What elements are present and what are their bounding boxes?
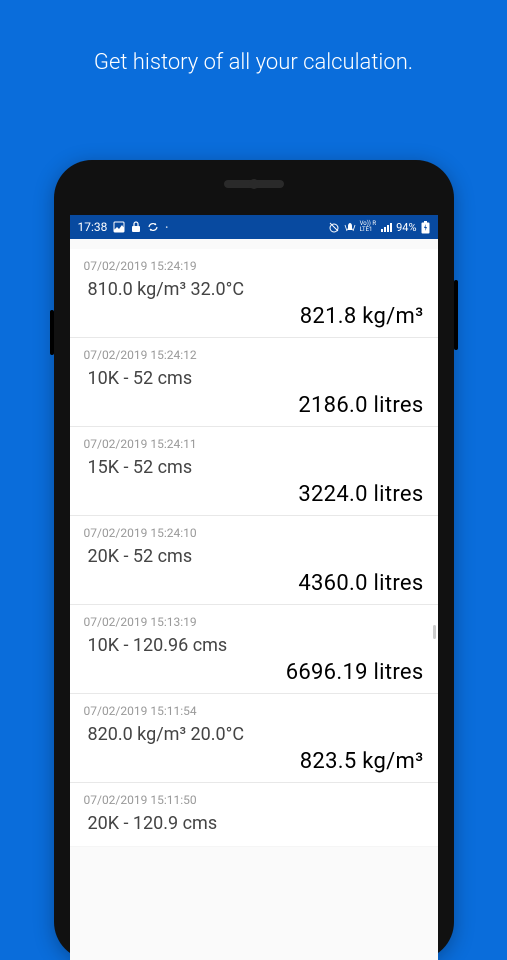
status-bar: 17:38 • Vo)) RLTE1 — [70, 215, 438, 239]
history-timestamp: 07/02/2019 15:24:19 — [84, 259, 424, 273]
history-timestamp: 07/02/2019 15:11:54 — [84, 704, 424, 718]
history-input: 15K - 52 cms — [84, 457, 424, 478]
history-list[interactable]: 07/02/2019 15:24:19 810.0 kg/m³ 32.0°C 8… — [70, 249, 438, 960]
image-icon — [113, 221, 125, 233]
history-item[interactable]: 07/02/2019 15:11:54 820.0 kg/m³ 20.0°C 8… — [70, 694, 438, 783]
page-headline: Get history of all your calculation. — [0, 0, 507, 75]
front-camera — [249, 179, 259, 189]
history-timestamp: 07/02/2019 15:24:12 — [84, 348, 424, 362]
app-bar — [70, 239, 438, 249]
history-timestamp: 07/02/2019 15:13:19 — [84, 615, 424, 629]
history-item[interactable]: 07/02/2019 15:24:19 810.0 kg/m³ 32.0°C 8… — [70, 249, 438, 338]
vibrate-icon — [344, 221, 356, 233]
history-input: 10K - 52 cms — [84, 368, 424, 389]
history-timestamp: 07/02/2019 15:11:50 — [84, 793, 424, 807]
history-input: 10K - 120.96 cms — [84, 635, 424, 656]
phone-screen: 17:38 • Vo)) RLTE1 — [70, 215, 438, 960]
history-input: 20K - 120.9 cms — [84, 813, 424, 834]
status-time: 17:38 — [78, 220, 108, 234]
lock-icon — [131, 221, 141, 233]
volte-indicator: Vo)) RLTE1 — [360, 221, 376, 233]
history-result: 823.5 kg/m³ — [84, 749, 424, 774]
history-item[interactable]: 07/02/2019 15:24:12 10K - 52 cms 2186.0 … — [70, 338, 438, 427]
history-result: 6696.19 litres — [84, 660, 424, 685]
history-item[interactable]: 07/02/2019 15:24:10 20K - 52 cms 4360.0 … — [70, 516, 438, 605]
history-item[interactable]: 07/02/2019 15:13:19 10K - 120.96 cms 669… — [70, 605, 438, 694]
history-timestamp: 07/02/2019 15:24:10 — [84, 526, 424, 540]
scrollbar-thumb[interactable] — [433, 625, 436, 639]
battery-charging-icon — [421, 221, 430, 234]
history-item[interactable]: 07/02/2019 15:24:11 15K - 52 cms 3224.0 … — [70, 427, 438, 516]
history-item[interactable]: 07/02/2019 15:11:50 20K - 120.9 cms — [70, 783, 438, 846]
history-input: 820.0 kg/m³ 20.0°C — [84, 724, 424, 745]
history-result: 2186.0 litres — [84, 393, 424, 418]
status-left: 17:38 • — [78, 220, 169, 234]
history-result: 4360.0 litres — [84, 571, 424, 596]
sync-icon — [147, 221, 159, 233]
history-input: 20K - 52 cms — [84, 546, 424, 567]
signal-icon — [380, 221, 392, 233]
history-result: 3224.0 litres — [84, 482, 424, 507]
history-input: 810.0 kg/m³ 32.0°C — [84, 279, 424, 300]
alarm-off-icon — [328, 221, 340, 233]
history-result: 821.8 kg/m³ — [84, 304, 424, 329]
history-timestamp: 07/02/2019 15:24:11 — [84, 437, 424, 451]
phone-frame: 17:38 • Vo)) RLTE1 — [54, 160, 454, 960]
status-dot: • — [165, 223, 168, 232]
battery-percent: 94% — [396, 221, 416, 234]
status-right: Vo)) RLTE1 94% — [328, 221, 430, 234]
